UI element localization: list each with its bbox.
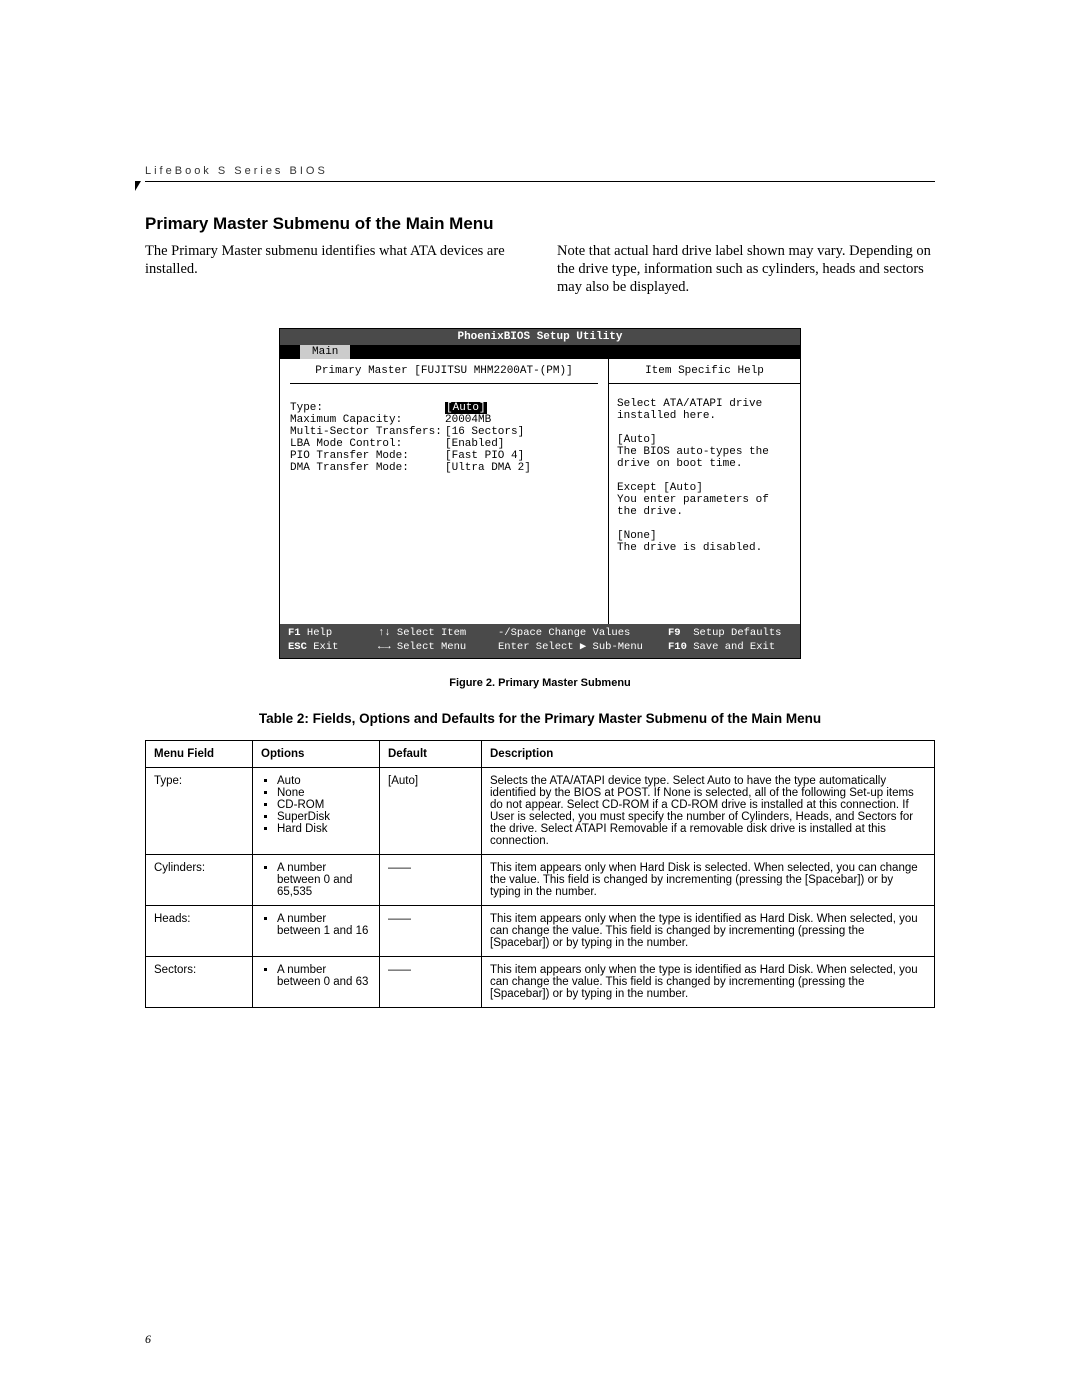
header-rule <box>145 181 935 182</box>
bios-field-label: Multi-Sector Transfers: <box>290 426 445 438</box>
th-options: Options <box>253 740 380 767</box>
th-field: Menu Field <box>146 740 253 767</box>
bios-help-line: installed here. <box>617 410 792 422</box>
bios-field-label: LBA Mode Control: <box>290 438 445 450</box>
running-header: LifeBook S Series BIOS <box>145 165 935 177</box>
bios-field-row: Type:[Auto] <box>290 402 598 414</box>
bios-tab-bar: Main <box>280 345 800 359</box>
bios-help-line: You enter parameters of <box>617 494 792 506</box>
bios-help-line: The BIOS auto-types the <box>617 446 792 458</box>
table-row: Cylinders: A number between 0 and 65,535—… <box>146 854 935 905</box>
key-f10: F10 <box>668 641 687 653</box>
bios-help-title: Item Specific Help <box>609 365 800 384</box>
cell-options: AutoNoneCD-ROMSuperDiskHard Disk <box>253 767 380 854</box>
page-number: 6 <box>145 1332 151 1347</box>
bios-help-line: [Auto] <box>617 434 792 446</box>
cell-default: —— <box>380 854 482 905</box>
document-page: LifeBook S Series BIOS Primary Master Su… <box>0 0 1080 1397</box>
hint-select-item: ↑↓ Select Item <box>378 627 498 641</box>
bios-help-line: Except [Auto] <box>617 482 792 494</box>
bios-help-line <box>617 518 792 530</box>
bios-field-label: DMA Transfer Mode: <box>290 462 445 474</box>
cell-description: This item appears only when the type is … <box>482 905 935 956</box>
table-caption: Table 2: Fields, Options and Defaults fo… <box>145 711 935 726</box>
cell-default: [Auto] <box>380 767 482 854</box>
option-item: Hard Disk <box>277 823 371 835</box>
cell-field: Sectors: <box>146 956 253 1007</box>
cell-options: A number between 0 and 65,535 <box>253 854 380 905</box>
bios-help-line: [None] <box>617 530 792 542</box>
options-table: Menu Field Options Default Description T… <box>145 740 935 1008</box>
hint-select-menu: ←→ Select Menu <box>378 641 498 655</box>
intro-left: The Primary Master submenu identifies wh… <box>145 242 523 296</box>
bios-field-value: [Fast PIO 4] <box>445 450 524 462</box>
bios-help-line: The drive is disabled. <box>617 542 792 554</box>
th-default: Default <box>380 740 482 767</box>
cell-field: Cylinders: <box>146 854 253 905</box>
bios-field-label: PIO Transfer Mode: <box>290 450 445 462</box>
bios-field-row: LBA Mode Control:[Enabled] <box>290 438 598 450</box>
option-item: A number between 1 and 16 <box>277 913 371 937</box>
key-f1: F1 <box>288 627 301 639</box>
bios-field-label: Maximum Capacity: <box>290 414 445 426</box>
bios-left-pane: Primary Master [FUJITSU MHM2200AT-(PM)] … <box>280 359 609 624</box>
key-f9: F9 <box>668 627 681 639</box>
section-title: Primary Master Submenu of the Main Menu <box>145 214 935 234</box>
table-row: Sectors: A number between 0 and 63 ——This … <box>146 956 935 1007</box>
bios-field-row: Maximum Capacity:20004MB <box>290 414 598 426</box>
option-item: CD-ROM <box>277 799 371 811</box>
hint-submenu: Enter Select ▶ Sub-Menu <box>498 641 668 655</box>
option-item: SuperDisk <box>277 811 371 823</box>
bios-help-line <box>617 422 792 434</box>
bios-page-subtitle: Primary Master [FUJITSU MHM2200AT-(PM)] <box>290 365 598 384</box>
bios-field-label: Type: <box>290 402 445 414</box>
bios-field-value: [Auto] <box>445 402 487 414</box>
hint-change-values: -/Space Change Values <box>498 627 668 641</box>
bios-field-value: [Enabled] <box>445 438 504 450</box>
key-esc: ESC <box>288 641 307 653</box>
cell-description: Selects the ATA/ATAPI device type. Selec… <box>482 767 935 854</box>
bios-field-value: [Ultra DMA 2] <box>445 462 531 474</box>
cell-options: A number between 0 and 63 <box>253 956 380 1007</box>
cell-field: Heads: <box>146 905 253 956</box>
intro-columns: The Primary Master submenu identifies wh… <box>145 242 935 296</box>
option-item: None <box>277 787 371 799</box>
cell-description: This item appears only when the type is … <box>482 956 935 1007</box>
option-item: Auto <box>277 775 371 787</box>
bios-utility-title: PhoenixBIOS Setup Utility <box>280 329 800 345</box>
intro-right: Note that actual hard drive label shown … <box>557 242 935 296</box>
bios-field-row: DMA Transfer Mode:[Ultra DMA 2] <box>290 462 598 474</box>
option-item: A number between 0 and 63 <box>277 964 371 988</box>
bios-help-pane: Item Specific Help Select ATA/ATAPI driv… <box>609 359 800 624</box>
cell-field: Type: <box>146 767 253 854</box>
cell-options: A number between 1 and 16 <box>253 905 380 956</box>
option-item: A number between 0 and 65,535 <box>277 862 371 898</box>
bios-field-value: 20004MB <box>445 414 491 426</box>
bios-field-row: Multi-Sector Transfers:[16 Sectors] <box>290 426 598 438</box>
bios-field-value: [16 Sectors] <box>445 426 524 438</box>
bios-tab-main: Main <box>300 345 350 359</box>
figure-caption: Figure 2. Primary Master Submenu <box>145 677 935 689</box>
th-description: Description <box>482 740 935 767</box>
bios-field-row: PIO Transfer Mode:[Fast PIO 4] <box>290 450 598 462</box>
bios-help-line: the drive. <box>617 506 792 518</box>
table-row: Heads: A number between 1 and 16 ——This it… <box>146 905 935 956</box>
bios-help-line: drive on boot time. <box>617 458 792 470</box>
bios-screenshot: PhoenixBIOS Setup Utility Main Primary M… <box>279 328 801 658</box>
cell-default: —— <box>380 905 482 956</box>
cell-default: —— <box>380 956 482 1007</box>
bios-footer: F1 Help ↑↓ Select Item -/Space Change Va… <box>280 624 800 657</box>
table-row: Type:AutoNoneCD-ROMSuperDiskHard Disk[Au… <box>146 767 935 854</box>
bios-help-line: Select ATA/ATAPI drive <box>617 398 792 410</box>
bios-help-line <box>617 470 792 482</box>
cell-description: This item appears only when Hard Disk is… <box>482 854 935 905</box>
